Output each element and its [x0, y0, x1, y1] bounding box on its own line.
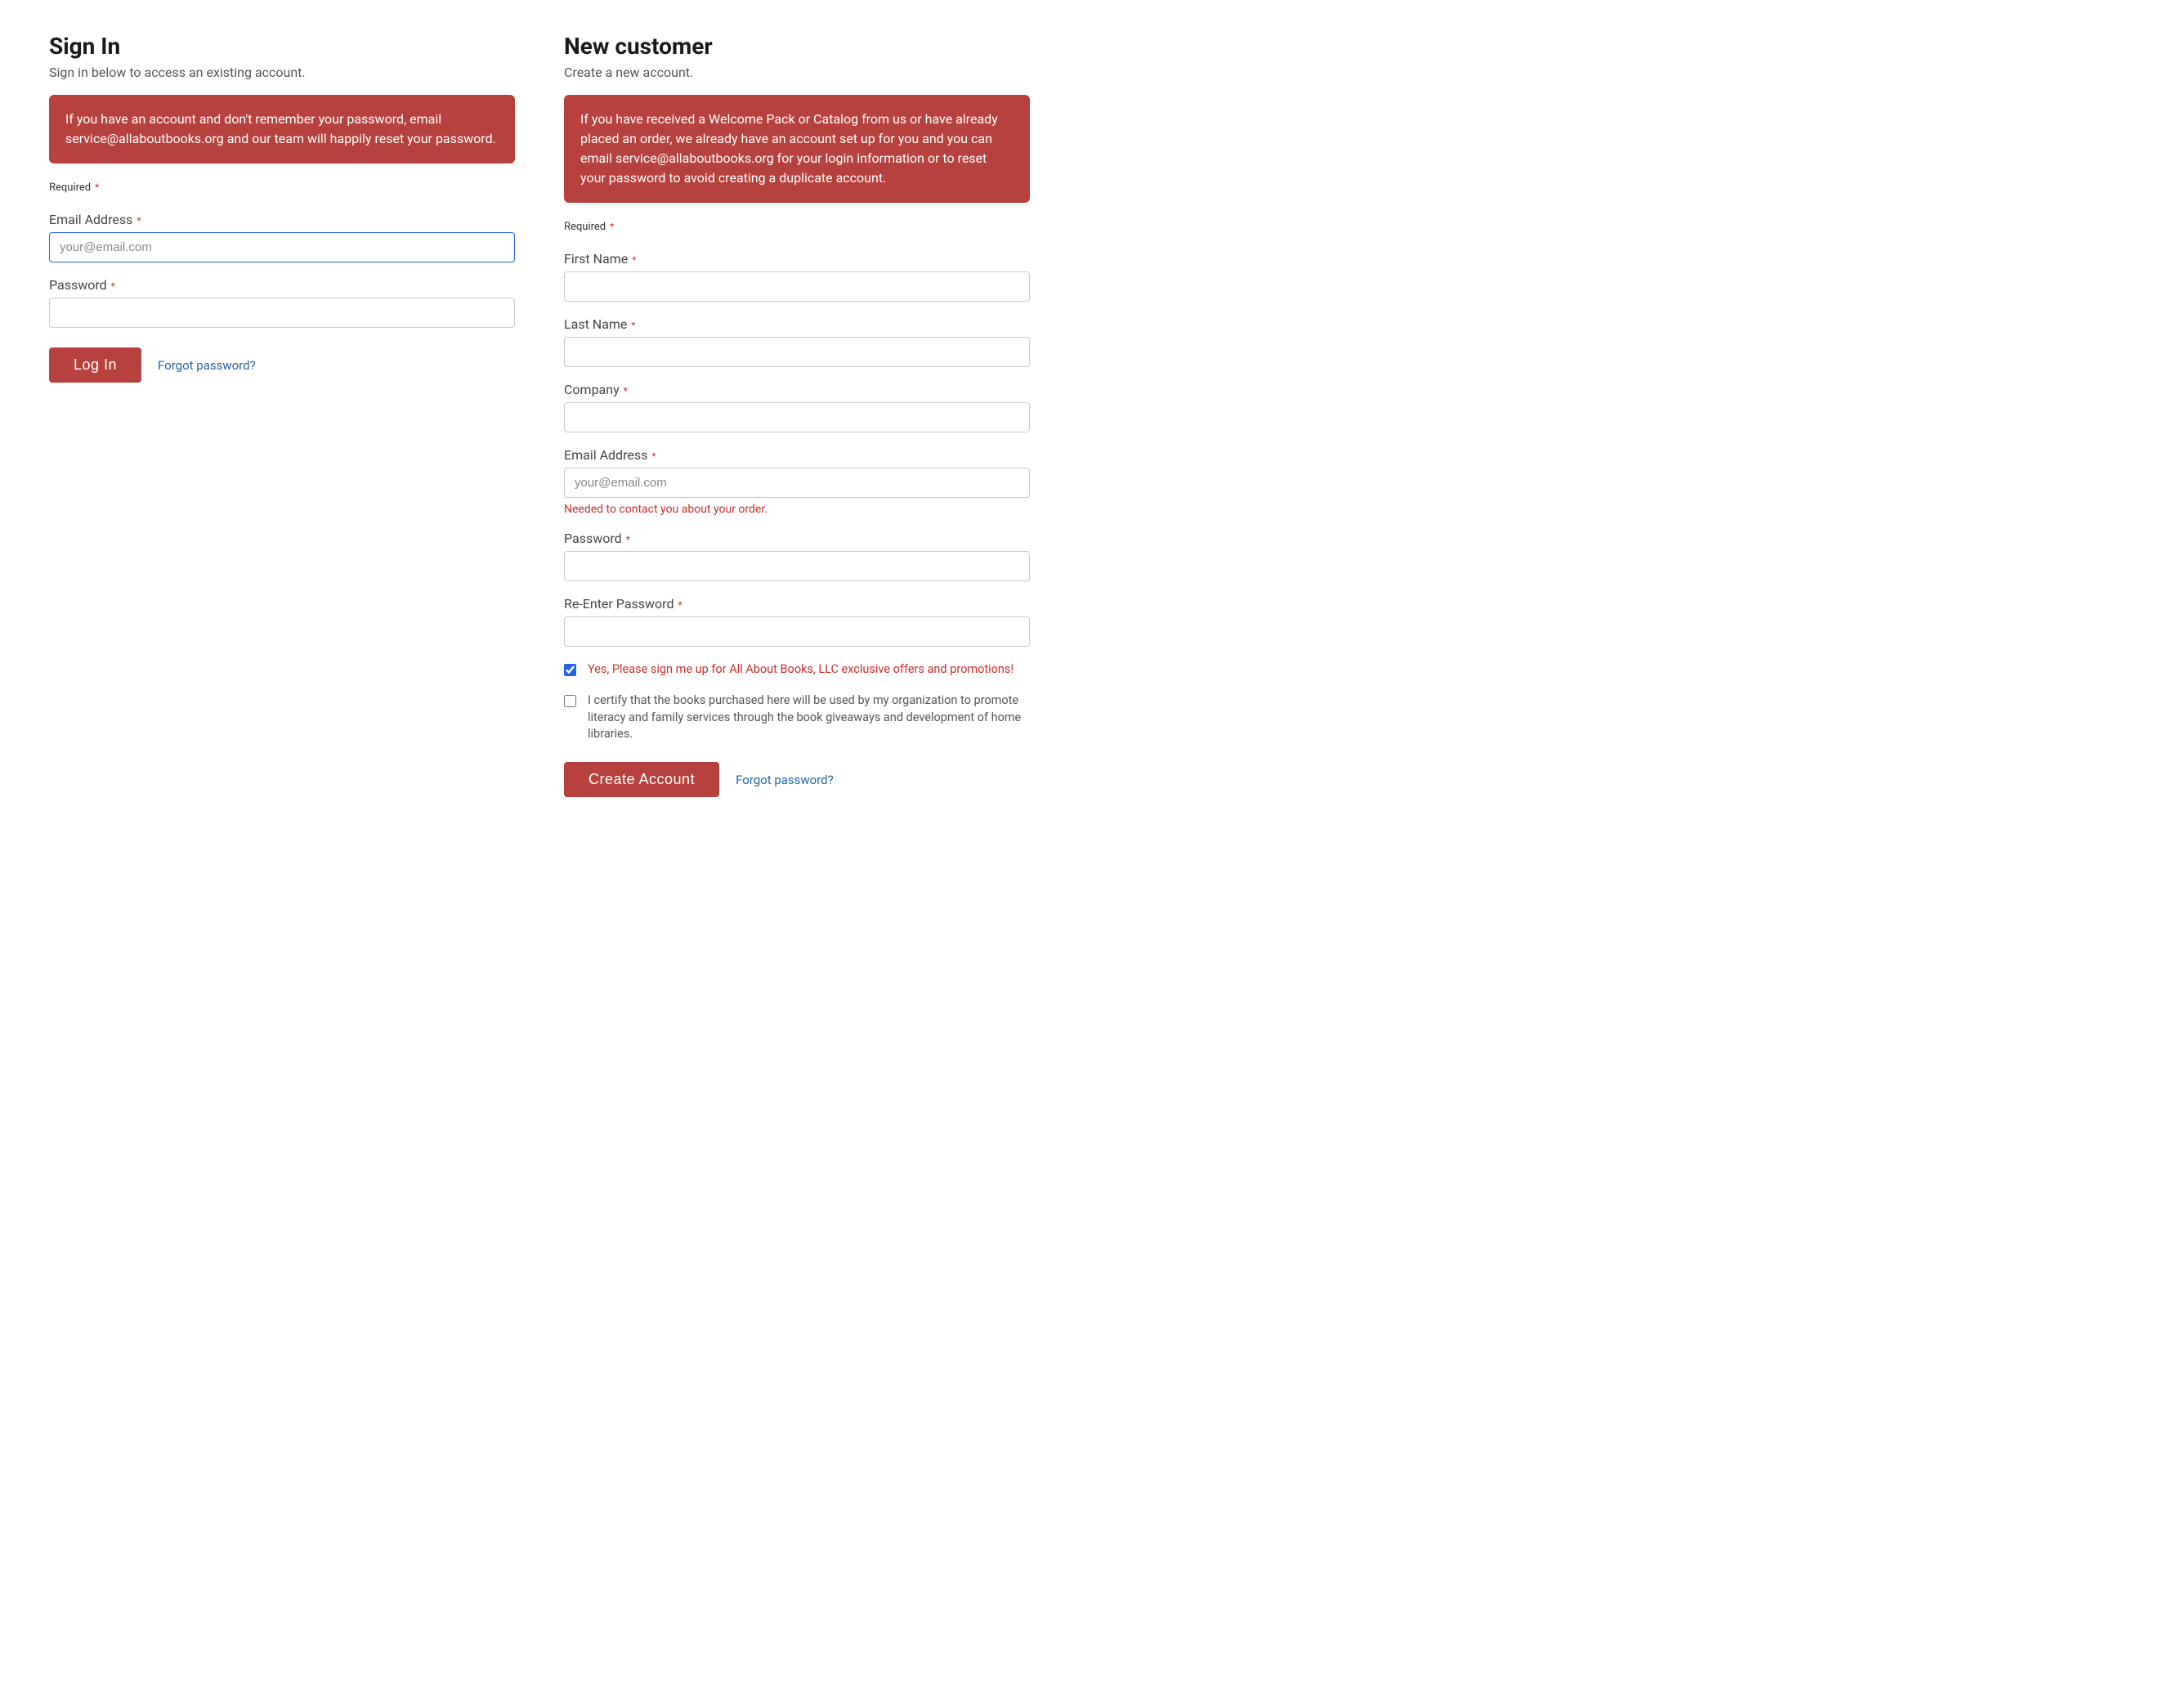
company-input[interactable]: [564, 402, 1030, 432]
offers-checkbox-label: Yes, Please sign me up for All About Boo…: [588, 661, 1014, 678]
offers-checkbox[interactable]: [564, 664, 576, 676]
first-name-input[interactable]: [564, 271, 1030, 302]
signin-title: Sign In: [49, 33, 515, 60]
last-name-input[interactable]: [564, 337, 1030, 367]
newcustomer-email-label: Email Address *: [564, 447, 1030, 463]
newcustomer-password-group: Password *: [564, 531, 1030, 581]
first-name-label: First Name *: [564, 251, 1030, 267]
signin-forgot-link[interactable]: Forgot password?: [158, 358, 256, 373]
company-label: Company *: [564, 382, 1030, 397]
newcustomer-button-row: Create Account Forgot password?: [564, 762, 1030, 797]
signin-alert: If you have an account and don't remembe…: [49, 95, 515, 164]
certify-checkbox-group: I certify that the books purchased here …: [564, 692, 1030, 742]
newcustomer-forgot-link[interactable]: Forgot password?: [736, 773, 834, 787]
reenter-password-label: Re-Enter Password *: [564, 596, 1030, 612]
certify-checkbox[interactable]: [564, 695, 576, 707]
signin-required-note: Required *: [49, 182, 515, 194]
last-name-label: Last Name *: [564, 316, 1030, 332]
newcustomer-password-input[interactable]: [564, 551, 1030, 581]
signin-column: Sign In Sign in below to access an exist…: [49, 33, 515, 797]
email-help-text: Needed to contact you about your order.: [564, 503, 1030, 516]
signin-password-label: Password *: [49, 277, 515, 293]
signin-password-group: Password *: [49, 277, 515, 328]
newcustomer-alert: If you have received a Welcome Pack or C…: [564, 95, 1030, 203]
reenter-password-input[interactable]: [564, 616, 1030, 647]
login-button[interactable]: Log In: [49, 347, 141, 383]
newcustomer-password-label: Password *: [564, 531, 1030, 546]
signin-email-label: Email Address *: [49, 212, 515, 227]
newcustomer-required-note: Required *: [564, 221, 1030, 233]
newcustomer-column: New customer Create a new account. If yo…: [564, 33, 1030, 797]
offers-checkbox-group: Yes, Please sign me up for All About Boo…: [564, 661, 1030, 678]
newcustomer-email-input[interactable]: [564, 468, 1030, 498]
signin-button-row: Log In Forgot password?: [49, 347, 515, 383]
signin-email-input[interactable]: [49, 232, 515, 262]
signin-password-input[interactable]: [49, 298, 515, 328]
first-name-group: First Name *: [564, 251, 1030, 302]
newcustomer-title: New customer: [564, 33, 1030, 60]
newcustomer-subtitle: Create a new account.: [564, 65, 1030, 80]
create-account-button[interactable]: Create Account: [564, 762, 719, 797]
newcustomer-email-group: Email Address * Needed to contact you ab…: [564, 447, 1030, 516]
reenter-password-group: Re-Enter Password *: [564, 596, 1030, 647]
signin-subtitle: Sign in below to access an existing acco…: [49, 65, 515, 80]
company-group: Company *: [564, 382, 1030, 432]
signin-email-group: Email Address *: [49, 212, 515, 262]
last-name-group: Last Name *: [564, 316, 1030, 367]
certify-checkbox-label: I certify that the books purchased here …: [588, 692, 1030, 742]
